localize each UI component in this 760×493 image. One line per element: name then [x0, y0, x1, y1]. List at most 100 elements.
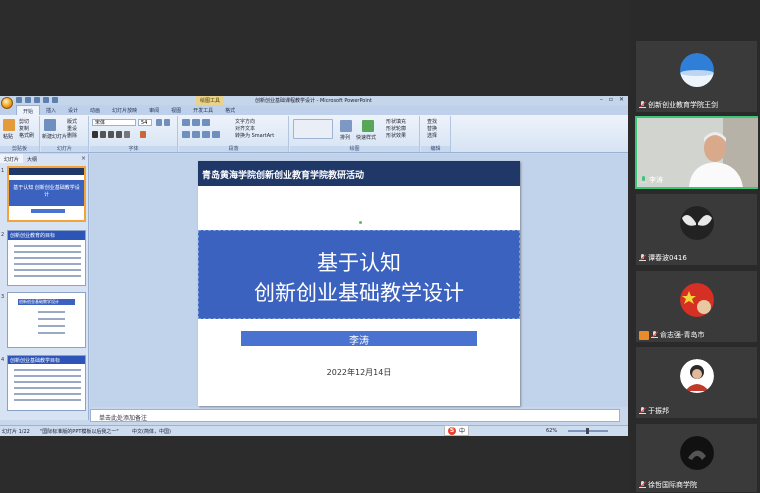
- smartart-button[interactable]: 转换为 SmartArt: [235, 132, 274, 139]
- thumbnail-line: [14, 399, 81, 401]
- arrange-button[interactable]: 排列: [340, 134, 350, 141]
- language-indicator[interactable]: 中文(简体，中国): [132, 428, 171, 435]
- print-icon[interactable]: [43, 97, 49, 103]
- arrange-icon[interactable]: [340, 120, 352, 132]
- delete-button[interactable]: 删除: [67, 132, 77, 139]
- font-name-select[interactable]: 宋体: [92, 119, 136, 126]
- close-icon[interactable]: ×: [81, 155, 86, 162]
- tab-view[interactable]: 视图: [165, 105, 187, 115]
- redo-icon[interactable]: [34, 97, 40, 103]
- close-button[interactable]: ✕: [619, 96, 624, 103]
- tab-animations[interactable]: 动画: [84, 105, 106, 115]
- thumbnail-line: [14, 393, 81, 395]
- justify-icon[interactable]: [212, 131, 220, 138]
- thumbnail-number: 4: [1, 357, 5, 363]
- reset-button[interactable]: 重设: [67, 125, 77, 132]
- slide-title-line1[interactable]: 基于认知: [198, 247, 520, 277]
- format-painter-button[interactable]: 格式刷: [19, 132, 34, 139]
- quick-styles-icon[interactable]: [362, 120, 374, 132]
- participant-name-row: 李涛: [640, 175, 663, 185]
- find-button[interactable]: 查找: [427, 118, 437, 125]
- zoom-level[interactable]: 62%: [546, 428, 557, 434]
- paste-label[interactable]: 粘贴: [3, 133, 13, 140]
- notes-field[interactable]: 单击此处添加备注: [90, 409, 620, 422]
- pane-tab-slides[interactable]: 幻灯片: [0, 154, 24, 163]
- layout-button[interactable]: 版式: [67, 118, 77, 125]
- tab-review[interactable]: 审阅: [143, 105, 165, 115]
- slide-canvas[interactable]: 青岛黄海学院创新创业教育学院教研活动 基于认知 创新创业基础教学设计 李涛 20…: [90, 154, 628, 407]
- save-icon[interactable]: [16, 97, 22, 103]
- tab-format[interactable]: 格式: [219, 105, 241, 115]
- bullets-icon[interactable]: [182, 119, 190, 126]
- strikethrough-icon[interactable]: [116, 131, 122, 138]
- group-label-font: 字体: [90, 146, 177, 152]
- underline-icon[interactable]: [108, 131, 114, 138]
- customize-icon[interactable]: [52, 97, 58, 103]
- cut-button[interactable]: 剪切: [19, 118, 29, 125]
- slide-thumbnail-1[interactable]: 基于认知 创新创业基础教学设计: [7, 166, 86, 222]
- tab-developer[interactable]: 开发工具: [187, 105, 219, 115]
- slide-title-line2[interactable]: 创新创业基础教学设计: [198, 277, 520, 307]
- select-button[interactable]: 选择: [427, 132, 437, 139]
- sogou-s-icon[interactable]: S: [448, 426, 456, 435]
- group-paragraph: 文字方向 对齐文本 转换为 SmartArt 段落: [179, 116, 289, 152]
- ime-toolbar[interactable]: S 中: [444, 425, 470, 436]
- replace-button[interactable]: 替换: [427, 125, 437, 132]
- shape-outline-button[interactable]: 形状轮廓: [386, 125, 406, 132]
- slide-thumbnail-3[interactable]: 创新创业基础教学设计: [7, 292, 86, 348]
- tab-slideshow[interactable]: 幻灯片放映: [106, 105, 143, 115]
- thumbnail-line: [38, 318, 65, 320]
- new-slide-label[interactable]: 新建幻灯片: [42, 133, 67, 140]
- undo-icon[interactable]: [25, 97, 31, 103]
- align-text-button[interactable]: 对齐文本: [235, 125, 255, 132]
- minimize-button[interactable]: –: [600, 96, 603, 103]
- slide[interactable]: 青岛黄海学院创新创业教育学院教研活动 基于认知 创新创业基础教学设计 李涛 20…: [198, 161, 520, 406]
- slide-counter: 幻灯片 1/22: [2, 429, 30, 435]
- grow-font-icon[interactable]: [156, 119, 162, 126]
- align-right-icon[interactable]: [202, 131, 210, 138]
- participant-tile[interactable]: 创新创业教育学院王剑: [635, 40, 758, 113]
- maximize-button[interactable]: ▫: [609, 96, 613, 103]
- align-center-icon[interactable]: [192, 131, 200, 138]
- participant-tile[interactable]: 徐哲国际商学院: [635, 423, 758, 493]
- indent-icon[interactable]: [202, 119, 210, 126]
- slide-thumbnail-2[interactable]: 创新创业教育的目标: [7, 230, 86, 286]
- pane-tab-outline[interactable]: 大纲: [23, 154, 41, 163]
- slide-org-title[interactable]: 青岛黄海学院创新创业教育学院教研活动: [202, 168, 364, 181]
- align-left-icon[interactable]: [182, 131, 190, 138]
- shadow-icon[interactable]: [124, 131, 130, 138]
- zoom-slider-handle[interactable]: [586, 428, 589, 434]
- paste-icon[interactable]: [3, 119, 15, 131]
- rotation-handle[interactable]: [359, 221, 362, 224]
- ribbon: 粘贴 剪切 复制 格式刷 剪贴板 新建幻灯片 版式 重设 删除 幻灯片 宋体 5…: [0, 115, 628, 153]
- ime-mode[interactable]: 中: [459, 426, 465, 435]
- shape-effects-button[interactable]: 形状效果: [386, 132, 406, 139]
- copy-button[interactable]: 复制: [19, 125, 29, 132]
- shrink-font-icon[interactable]: [164, 119, 170, 126]
- participant-tile[interactable]: 于振邦: [635, 346, 758, 419]
- new-slide-icon[interactable]: [44, 119, 56, 131]
- shapes-gallery[interactable]: [293, 119, 333, 139]
- font-color-icon[interactable]: [140, 131, 146, 138]
- quick-styles-button[interactable]: 快速样式: [356, 134, 376, 141]
- shape-fill-button[interactable]: 形状填充: [386, 118, 406, 125]
- text-direction-button[interactable]: 文字方向: [235, 118, 255, 125]
- tab-home[interactable]: 开始: [16, 105, 41, 115]
- font-size-select[interactable]: 54: [138, 119, 152, 126]
- slide-thumbnail-4[interactable]: 创新创业基础教学目标: [7, 355, 86, 411]
- host-tag-icon: [639, 330, 649, 340]
- office-button[interactable]: [1, 97, 13, 109]
- participant-tile[interactable]: 谭春波0416: [635, 193, 758, 266]
- numbering-icon[interactable]: [192, 119, 200, 126]
- bold-icon[interactable]: [92, 131, 98, 138]
- participant-name: 谭春波0416: [648, 254, 687, 262]
- thumbnail-line: [38, 311, 65, 313]
- participant-tile-active-speaker[interactable]: 李涛: [635, 116, 758, 189]
- italic-icon[interactable]: [100, 131, 106, 138]
- tab-insert[interactable]: 插入: [40, 105, 62, 115]
- slide-date[interactable]: 2022年12月14日: [198, 367, 520, 378]
- author-placeholder[interactable]: 李涛: [241, 331, 477, 347]
- participant-tile[interactable]: 俞志强-青岛市: [635, 270, 758, 343]
- tab-design[interactable]: 设计: [62, 105, 84, 115]
- avatar: [680, 283, 714, 317]
